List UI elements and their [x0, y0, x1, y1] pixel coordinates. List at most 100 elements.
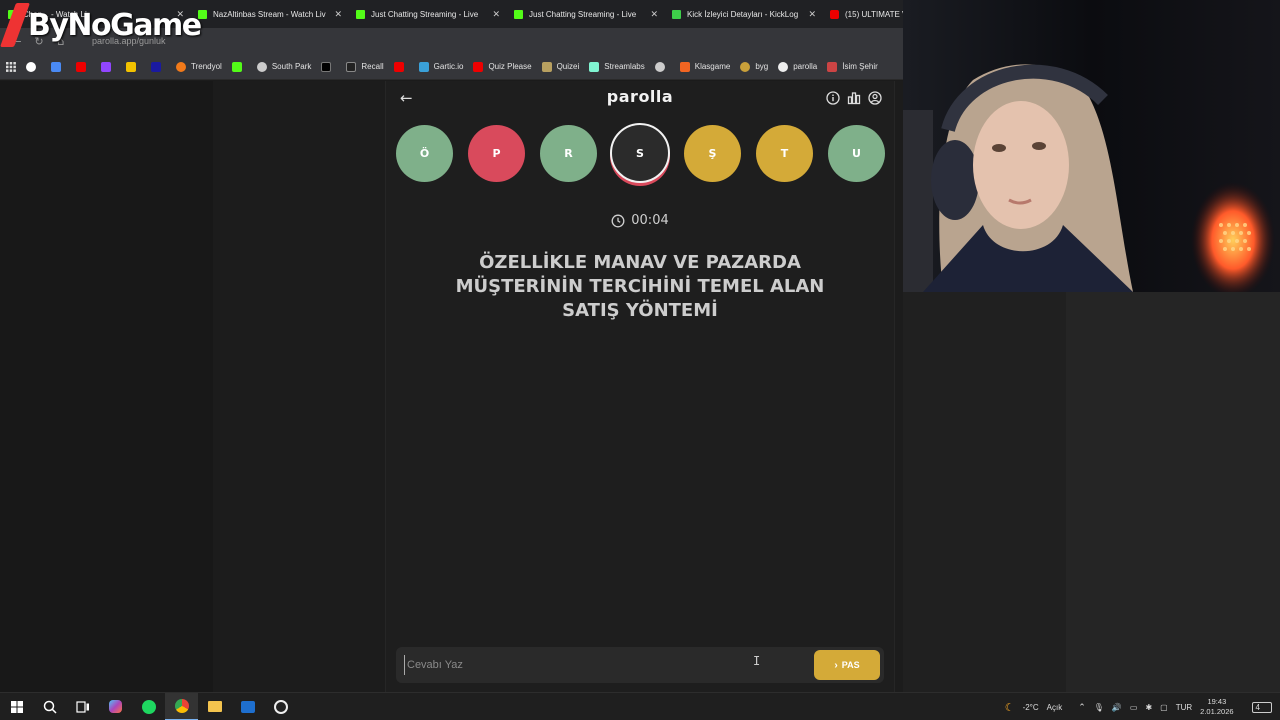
- letter-circle[interactable]: Ö: [396, 125, 453, 182]
- bluetooth-icon[interactable]: ✱: [1145, 703, 1152, 712]
- weather-temp: -2°C: [1022, 702, 1039, 712]
- twitch-icon[interactable]: [101, 61, 116, 72]
- close-icon[interactable]: ✕: [808, 9, 816, 20]
- browser-tab[interactable]: NazAltinbas Stream - Watch Liv ✕: [190, 0, 348, 28]
- answer-input[interactable]: [404, 655, 804, 675]
- bookmark-icon[interactable]: [151, 61, 166, 72]
- bookmark-recall[interactable]: Recall: [346, 61, 384, 72]
- browser-tab[interactable]: Kick İzleyici Detayları - KickLog ✕: [664, 0, 822, 28]
- microphone-icon[interactable]: 🎙: [1094, 703, 1104, 712]
- bookmark-label: Streamlabs: [604, 62, 645, 71]
- bookmark-trendyol[interactable]: Trendyol: [176, 61, 222, 72]
- logo-mark-icon: [0, 3, 31, 47]
- stream-logo: ByNoGame: [0, 2, 202, 48]
- outlook-icon[interactable]: [231, 693, 264, 720]
- close-icon[interactable]: ✕: [334, 9, 342, 20]
- text-cursor-icon: I: [753, 654, 761, 668]
- tab-label: Just Chatting Streaming - Live: [529, 9, 637, 19]
- copilot-icon[interactable]: [99, 693, 132, 720]
- bookmark-klasgame[interactable]: Klasgame: [679, 61, 730, 72]
- google-icon[interactable]: [26, 61, 41, 72]
- webcam-feed: [903, 0, 1280, 292]
- letter-wheel: Ö P R S Ş T U: [386, 123, 894, 185]
- tab-label: NazAltinbas Stream - Watch Liv: [213, 9, 326, 19]
- isim-sehir-icon: [827, 61, 838, 72]
- logo-text: ByNoGame: [28, 7, 202, 43]
- bookmark-streamlabs[interactable]: Streamlabs: [589, 61, 645, 72]
- kicklog-icon: [672, 9, 681, 19]
- bookmark-south-park[interactable]: South Park: [256, 61, 312, 72]
- notification-icon[interactable]: 4: [1251, 701, 1272, 713]
- close-icon[interactable]: ✕: [650, 9, 658, 20]
- task-view-icon[interactable]: [66, 693, 99, 720]
- chrome-icon[interactable]: [165, 692, 198, 720]
- kick-icon[interactable]: [231, 61, 247, 72]
- youtube-icon[interactable]: [393, 61, 409, 72]
- screen: Chan... - Watch Li ✕ NazAltinbas Stream …: [0, 0, 1280, 720]
- trendyol-icon: [176, 61, 186, 72]
- language-indicator[interactable]: TUR: [1176, 703, 1192, 712]
- kick-icon: [514, 9, 523, 19]
- x-icon[interactable]: [321, 61, 336, 72]
- info-icon[interactable]: [825, 90, 840, 105]
- apps-icon[interactable]: [6, 61, 16, 72]
- close-icon[interactable]: ✕: [492, 9, 500, 20]
- right-panel-inner: [903, 292, 1066, 692]
- letter-circle-active[interactable]: S: [610, 123, 670, 183]
- youtube-icon[interactable]: [76, 61, 91, 72]
- globe-icon[interactable]: [654, 61, 670, 72]
- weather-desc: Açık: [1046, 702, 1063, 712]
- obs-icon[interactable]: [264, 693, 297, 720]
- letter-circle[interactable]: U: [828, 125, 885, 182]
- browser-tab[interactable]: (15) ULTIMATE VID: [822, 0, 903, 28]
- file-explorer-icon[interactable]: [198, 693, 231, 720]
- youtube-icon: [473, 61, 484, 72]
- bookmark-quizei[interactable]: Quizei: [541, 61, 580, 72]
- clock-time: 19:43: [1207, 697, 1227, 706]
- bookmark-label: Quiz Please: [488, 62, 532, 71]
- bookmark-isim-sehir[interactable]: İsim Şehir: [827, 61, 878, 72]
- chevron-up-icon[interactable]: ⌃: [1078, 702, 1086, 713]
- chevron-right-icon: ›: [834, 659, 838, 671]
- timer: 00:04: [386, 213, 894, 228]
- clock[interactable]: 19:43 2.01.2026: [1200, 697, 1241, 717]
- letter-circle[interactable]: T: [756, 125, 813, 182]
- streamlabs-icon: [589, 61, 600, 72]
- header-actions: [825, 90, 882, 105]
- webcam-image: [903, 0, 1280, 292]
- bookmark-label: İsim Şehir: [842, 62, 878, 71]
- bookmark-parolla[interactable]: parolla: [778, 61, 818, 72]
- system-tray: ☾ -2°C Açık ⌃ 🎙 🔊 ▭ ✱ ▢ TUR 19:43 2.01.2…: [1005, 693, 1280, 720]
- answer-bar: › PAS: [396, 647, 884, 683]
- bookmark-gartic[interactable]: Gartic.io: [418, 61, 464, 72]
- bookmark-label: South Park: [271, 62, 312, 71]
- bookmark-label: Quizei: [556, 62, 580, 71]
- bookmark-label: Trendyol: [191, 62, 222, 71]
- volume-icon[interactable]: 🔊: [1112, 703, 1122, 712]
- spotify-icon[interactable]: [132, 693, 165, 720]
- bookmark-label: Gartic.io: [433, 62, 464, 71]
- translate-icon[interactable]: [51, 61, 66, 72]
- stats-icon[interactable]: [846, 90, 861, 105]
- gartic-icon: [418, 61, 429, 72]
- browser-tab[interactable]: Just Chatting Streaming - Live ✕: [348, 0, 506, 28]
- letter-circle[interactable]: P: [468, 125, 525, 182]
- bookmark-byg[interactable]: byg: [740, 61, 768, 72]
- letter-circle[interactable]: R: [540, 125, 597, 182]
- display-icon[interactable]: ▢: [1160, 703, 1168, 712]
- pass-button[interactable]: › PAS: [814, 650, 880, 680]
- search-icon[interactable]: [33, 693, 66, 720]
- bookmark-quiz-please[interactable]: Quiz Please: [473, 61, 532, 72]
- letter-circle[interactable]: Ş: [684, 125, 741, 182]
- bookmark-icon[interactable]: [126, 61, 141, 72]
- taskbar: ☾ -2°C Açık ⌃ 🎙 🔊 ▭ ✱ ▢ TUR 19:43 2.01.2…: [0, 692, 1280, 720]
- browser-tab[interactable]: Just Chatting Streaming - Live ✕: [506, 0, 664, 28]
- question-text: ÖZELLİKLE MANAV VE PAZARDA MÜŞTERİNİN TE…: [455, 252, 825, 321]
- right-page-area: [903, 292, 1280, 692]
- bookmark-label: parolla: [793, 62, 818, 71]
- profile-icon[interactable]: [867, 90, 882, 105]
- clock-date: 2.01.2026: [1200, 707, 1234, 716]
- network-icon[interactable]: ▭: [1130, 703, 1138, 712]
- windows-start-icon[interactable]: [0, 693, 33, 720]
- right-panel-outer: [1066, 292, 1280, 692]
